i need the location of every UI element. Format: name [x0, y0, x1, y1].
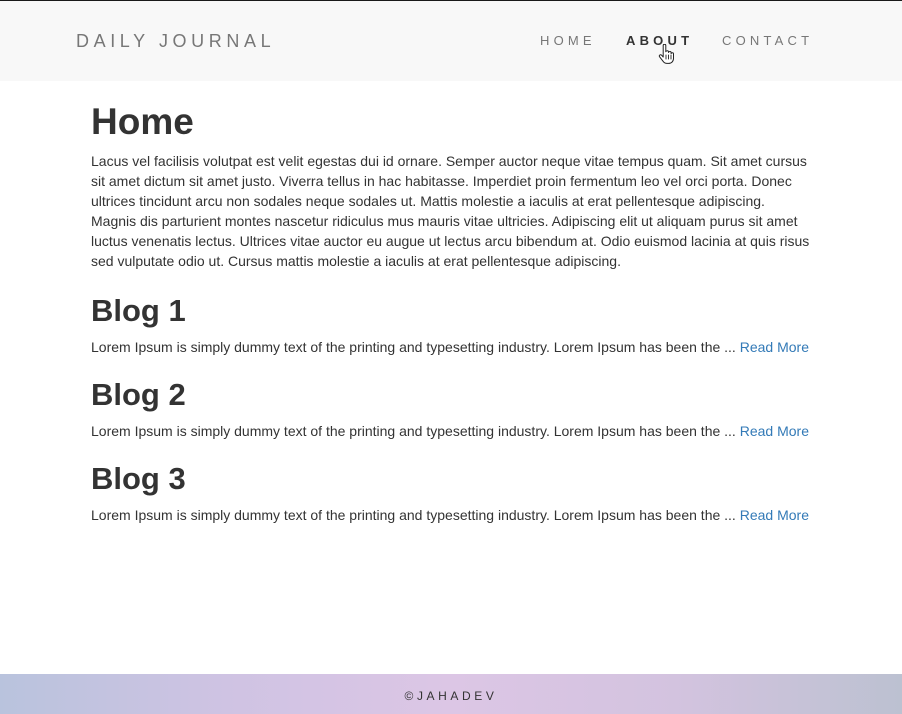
navbar: DAILY JOURNAL HOME ABOUT CONTACT [0, 1, 902, 81]
footer: ©JAHADEV [0, 674, 902, 714]
nav-contact-link[interactable]: CONTACT [722, 33, 813, 49]
blog-excerpt: Lorem Ipsum is simply dummy text of the … [91, 505, 811, 525]
blog-title: Blog 3 [91, 461, 186, 496]
hand-pointer-icon [658, 44, 674, 64]
page-title: Home [91, 101, 194, 142]
main-content: Home Lacus vel facilisis volutpat est ve… [91, 100, 811, 525]
copyright-text: ©JAHADEV [404, 689, 498, 703]
blog-excerpt-text: Lorem Ipsum is simply dummy text of the … [91, 423, 740, 439]
read-more-link[interactable]: Read More [740, 339, 809, 355]
blog-excerpt-text: Lorem Ipsum is simply dummy text of the … [91, 339, 740, 355]
blog-excerpt: Lorem Ipsum is simply dummy text of the … [91, 337, 811, 357]
blog-excerpt: Lorem Ipsum is simply dummy text of the … [91, 421, 811, 441]
blog-post: Blog 2 Lorem Ipsum is simply dummy text … [91, 376, 811, 441]
blog-post: Blog 1 Lorem Ipsum is simply dummy text … [91, 292, 811, 357]
read-more-link[interactable]: Read More [740, 507, 809, 523]
blog-title: Blog 2 [91, 377, 186, 412]
blog-excerpt-text: Lorem Ipsum is simply dummy text of the … [91, 507, 740, 523]
blog-title: Blog 1 [91, 293, 186, 328]
brand-logo[interactable]: DAILY JOURNAL [76, 30, 275, 52]
read-more-link[interactable]: Read More [740, 423, 809, 439]
intro-paragraph: Lacus vel facilisis volutpat est velit e… [91, 153, 810, 269]
blog-post: Blog 3 Lorem Ipsum is simply dummy text … [91, 460, 811, 525]
nav-home-link[interactable]: HOME [540, 33, 596, 49]
